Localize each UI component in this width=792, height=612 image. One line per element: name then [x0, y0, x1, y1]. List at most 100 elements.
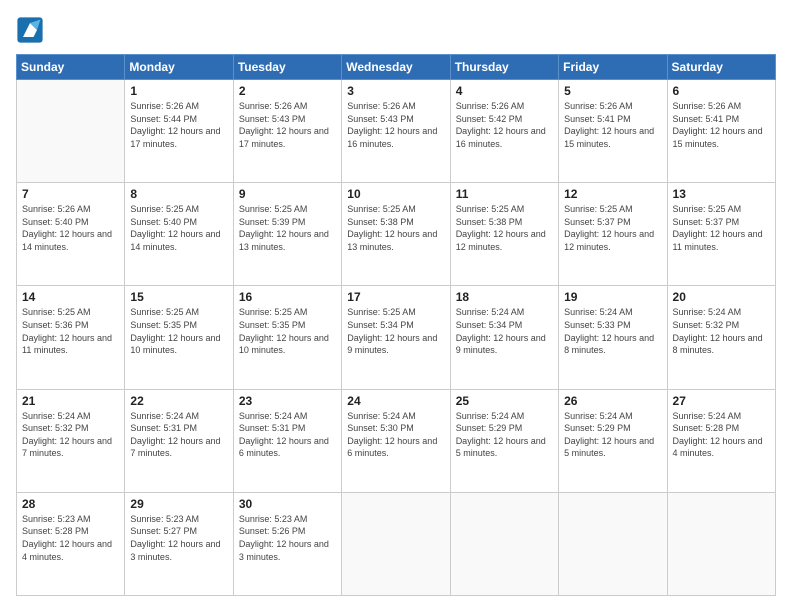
day-info: Sunrise: 5:24 AMSunset: 5:34 PMDaylight:… [456, 306, 553, 356]
weekday-header-sunday: Sunday [17, 55, 125, 80]
week-row-4: 21 Sunrise: 5:24 AMSunset: 5:32 PMDayligh… [17, 389, 776, 492]
calendar-cell: 25 Sunrise: 5:24 AMSunset: 5:29 PMDayligh… [450, 389, 558, 492]
day-number: 19 [564, 290, 661, 304]
day-number: 3 [347, 84, 444, 98]
day-number: 7 [22, 187, 119, 201]
calendar-cell: 15Sunrise: 5:25 AMSunset: 5:35 PMDayligh… [125, 286, 233, 389]
day-number: 24 [347, 394, 444, 408]
calendar-cell: 27 Sunrise: 5:24 AMSunset: 5:28 PMDayligh… [667, 389, 775, 492]
calendar-cell: 16 Sunrise: 5:25 AMSunset: 5:35 PMDayligh… [233, 286, 341, 389]
day-number: 21 [22, 394, 119, 408]
day-info: Sunrise: 5:25 AMSunset: 5:37 PMDaylight:… [673, 203, 770, 253]
calendar-cell: 5 Sunrise: 5:26 AMSunset: 5:41 PMDaylight… [559, 80, 667, 183]
calendar-cell [559, 492, 667, 595]
day-number: 20 [673, 290, 770, 304]
calendar-cell: 10 Sunrise: 5:25 AMSunset: 5:38 PMDayligh… [342, 183, 450, 286]
calendar-cell: 8 Sunrise: 5:25 AMSunset: 5:40 PMDaylight… [125, 183, 233, 286]
day-info: Sunrise: 5:26 AMSunset: 5:43 PMDaylight:… [239, 100, 336, 150]
week-row-1: 1 Sunrise: 5:26 AMSunset: 5:44 PMDaylight… [17, 80, 776, 183]
calendar-cell: 7 Sunrise: 5:26 AMSunset: 5:40 PMDaylight… [17, 183, 125, 286]
day-number: 28 [22, 497, 119, 511]
day-info: Sunrise: 5:26 AMSunset: 5:40 PMDaylight:… [22, 203, 119, 253]
day-number: 15 [130, 290, 227, 304]
weekday-header-wednesday: Wednesday [342, 55, 450, 80]
calendar-cell: 3 Sunrise: 5:26 AMSunset: 5:43 PMDaylight… [342, 80, 450, 183]
calendar-cell: 22Sunrise: 5:24 AMSunset: 5:31 PMDayligh… [125, 389, 233, 492]
day-info: Sunrise: 5:24 AMSunset: 5:32 PMDaylight:… [673, 306, 770, 356]
day-number: 5 [564, 84, 661, 98]
calendar-cell: 1 Sunrise: 5:26 AMSunset: 5:44 PMDaylight… [125, 80, 233, 183]
day-number: 29 [130, 497, 227, 511]
week-row-5: 28 Sunrise: 5:23 AMSunset: 5:28 PMDayligh… [17, 492, 776, 595]
day-info: Sunrise: 5:26 AMSunset: 5:43 PMDaylight:… [347, 100, 444, 150]
day-number: 9 [239, 187, 336, 201]
calendar-cell: 13 Sunrise: 5:25 AMSunset: 5:37 PMDayligh… [667, 183, 775, 286]
weekday-header-monday: Monday [125, 55, 233, 80]
page: SundayMondayTuesdayWednesdayThursdayFrid… [0, 0, 792, 612]
calendar-cell [667, 492, 775, 595]
day-info: Sunrise: 5:26 AMSunset: 5:42 PMDaylight:… [456, 100, 553, 150]
logo-icon [16, 16, 44, 44]
calendar-cell: 18 Sunrise: 5:24 AMSunset: 5:34 PMDayligh… [450, 286, 558, 389]
calendar-cell [342, 492, 450, 595]
day-number: 1 [130, 84, 227, 98]
day-info: Sunrise: 5:23 AMSunset: 5:26 PMDaylight:… [239, 513, 336, 563]
calendar-cell: 4 Sunrise: 5:26 AMSunset: 5:42 PMDaylight… [450, 80, 558, 183]
calendar-cell: 2Sunrise: 5:26 AMSunset: 5:43 PMDaylight… [233, 80, 341, 183]
calendar-cell: 9Sunrise: 5:25 AMSunset: 5:39 PMDaylight… [233, 183, 341, 286]
day-info: Sunrise: 5:24 AMSunset: 5:29 PMDaylight:… [456, 410, 553, 460]
day-number: 17 [347, 290, 444, 304]
weekday-header-friday: Friday [559, 55, 667, 80]
day-number: 22 [130, 394, 227, 408]
day-number: 12 [564, 187, 661, 201]
day-info: Sunrise: 5:24 AMSunset: 5:28 PMDaylight:… [673, 410, 770, 460]
day-info: Sunrise: 5:25 AMSunset: 5:34 PMDaylight:… [347, 306, 444, 356]
day-number: 27 [673, 394, 770, 408]
day-number: 10 [347, 187, 444, 201]
calendar-cell: 14 Sunrise: 5:25 AMSunset: 5:36 PMDayligh… [17, 286, 125, 389]
day-number: 18 [456, 290, 553, 304]
weekday-header-thursday: Thursday [450, 55, 558, 80]
day-info: Sunrise: 5:25 AMSunset: 5:40 PMDaylight:… [130, 203, 227, 253]
logo [16, 16, 48, 44]
day-number: 11 [456, 187, 553, 201]
day-info: Sunrise: 5:25 AMSunset: 5:36 PMDaylight:… [22, 306, 119, 356]
day-number: 26 [564, 394, 661, 408]
day-info: Sunrise: 5:26 AMSunset: 5:44 PMDaylight:… [130, 100, 227, 150]
day-number: 8 [130, 187, 227, 201]
day-info: Sunrise: 5:25 AMSunset: 5:38 PMDaylight:… [456, 203, 553, 253]
calendar-cell: 12 Sunrise: 5:25 AMSunset: 5:37 PMDayligh… [559, 183, 667, 286]
calendar-cell [450, 492, 558, 595]
day-number: 14 [22, 290, 119, 304]
calendar-cell [17, 80, 125, 183]
day-info: Sunrise: 5:26 AMSunset: 5:41 PMDaylight:… [673, 100, 770, 150]
day-info: Sunrise: 5:25 AMSunset: 5:35 PMDaylight:… [239, 306, 336, 356]
calendar-cell: 28 Sunrise: 5:23 AMSunset: 5:28 PMDayligh… [17, 492, 125, 595]
weekday-header-tuesday: Tuesday [233, 55, 341, 80]
day-number: 25 [456, 394, 553, 408]
calendar-cell: 29 Sunrise: 5:23 AMSunset: 5:27 PMDayligh… [125, 492, 233, 595]
day-info: Sunrise: 5:23 AMSunset: 5:28 PMDaylight:… [22, 513, 119, 563]
calendar-cell: 26Sunrise: 5:24 AMSunset: 5:29 PMDayligh… [559, 389, 667, 492]
calendar-cell: 30 Sunrise: 5:23 AMSunset: 5:26 PMDayligh… [233, 492, 341, 595]
day-info: Sunrise: 5:23 AMSunset: 5:27 PMDaylight:… [130, 513, 227, 563]
day-info: Sunrise: 5:24 AMSunset: 5:30 PMDaylight:… [347, 410, 444, 460]
calendar-cell: 19 Sunrise: 5:24 AMSunset: 5:33 PMDayligh… [559, 286, 667, 389]
day-info: Sunrise: 5:25 AMSunset: 5:37 PMDaylight:… [564, 203, 661, 253]
day-info: Sunrise: 5:24 AMSunset: 5:31 PMDaylight:… [239, 410, 336, 460]
day-number: 6 [673, 84, 770, 98]
calendar-cell: 23 Sunrise: 5:24 AMSunset: 5:31 PMDayligh… [233, 389, 341, 492]
weekday-header-row: SundayMondayTuesdayWednesdayThursdayFrid… [17, 55, 776, 80]
day-info: Sunrise: 5:24 AMSunset: 5:33 PMDaylight:… [564, 306, 661, 356]
day-number: 16 [239, 290, 336, 304]
calendar-cell: 6 Sunrise: 5:26 AMSunset: 5:41 PMDaylight… [667, 80, 775, 183]
day-number: 23 [239, 394, 336, 408]
day-number: 13 [673, 187, 770, 201]
day-info: Sunrise: 5:25 AMSunset: 5:38 PMDaylight:… [347, 203, 444, 253]
day-info: Sunrise: 5:26 AMSunset: 5:41 PMDaylight:… [564, 100, 661, 150]
weekday-header-saturday: Saturday [667, 55, 775, 80]
day-info: Sunrise: 5:24 AMSunset: 5:32 PMDaylight:… [22, 410, 119, 460]
day-number: 4 [456, 84, 553, 98]
day-number: 30 [239, 497, 336, 511]
week-row-2: 7 Sunrise: 5:26 AMSunset: 5:40 PMDaylight… [17, 183, 776, 286]
